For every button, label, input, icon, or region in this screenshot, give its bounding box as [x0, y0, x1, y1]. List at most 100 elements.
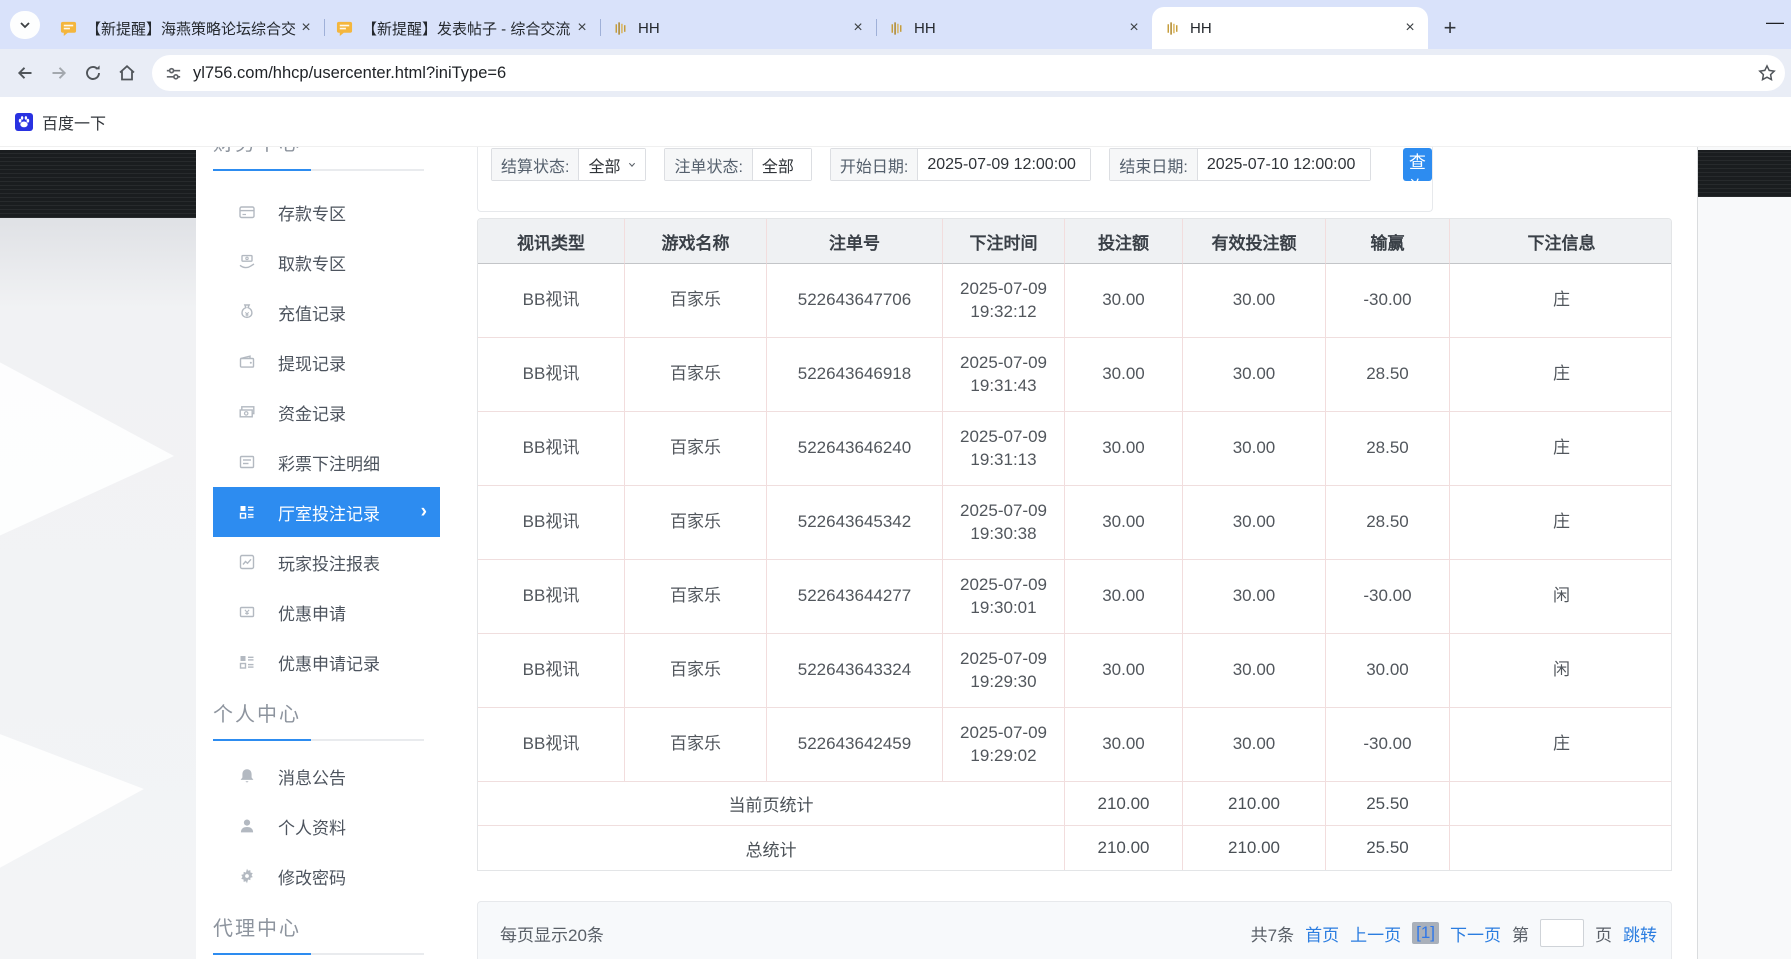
stats-bet-total: 210.00 — [1065, 826, 1183, 870]
sidebar-item-label: 提现记录 — [278, 350, 346, 375]
table-cell: 庄 — [1450, 264, 1672, 338]
tab-forum-1[interactable]: 【新提醒】海燕策略论坛综合交 × — [48, 7, 324, 49]
browser-toolbar: yl756.com/hhcp/usercenter.html?iniType=6 — [0, 49, 1791, 97]
close-icon[interactable]: × — [848, 18, 868, 38]
close-icon[interactable]: × — [572, 18, 592, 38]
table-cell: 28.50 — [1326, 486, 1450, 560]
next-page-link[interactable]: 下一页 — [1450, 921, 1501, 946]
order-status-select[interactable]: 全部 — [753, 149, 811, 180]
sidebar-item-label: 取款专区 — [278, 250, 346, 275]
sidebar-item-label: 优惠申请记录 — [278, 650, 380, 675]
stats-winloss-total: 25.50 — [1326, 826, 1450, 870]
prev-page-link[interactable]: 上一页 — [1350, 921, 1401, 946]
table-cell: 30.00 — [1065, 338, 1183, 412]
first-page-link[interactable]: 首页 — [1305, 921, 1339, 946]
table-cell: BB视讯 — [478, 560, 625, 634]
total-count-text: 共7条 — [1251, 921, 1294, 946]
bookmark-star-icon[interactable] — [1757, 63, 1777, 83]
bookmark-baidu[interactable]: 百度一下 — [15, 110, 106, 134]
table-cell: 30.00 — [1065, 634, 1183, 708]
tab-forum-2[interactable]: 【新提醒】发表帖子 - 综合交流 × — [324, 7, 600, 49]
pagination-controls: 共7条 首页 上一页 [1] 下一页 第 页 跳转 — [1251, 919, 1657, 947]
sidebar-item-label: 彩票下注明细 — [278, 450, 380, 475]
current-page-indicator: [1] — [1412, 922, 1439, 944]
table-row: BB视讯百家乐5226436462402025-07-09 19:31:1330… — [478, 412, 1672, 486]
column-header: 注单号 — [767, 219, 943, 264]
column-header: 下注时间 — [943, 219, 1065, 264]
sidebar-item-deposit-zone[interactable]: 存款专区 — [196, 187, 440, 237]
money-bag-icon — [238, 303, 256, 321]
start-date-input[interactable]: 2025-07-09 12:00:00 — [918, 149, 1090, 180]
table-cell: 2025-07-09 19:30:38 — [943, 486, 1065, 560]
forum-icon — [60, 20, 77, 37]
sidebar-item-label: 修改密码 — [278, 864, 346, 889]
sidebar-item-label: 玩家投注报表 — [278, 550, 380, 575]
stats-empty-cell — [1450, 782, 1672, 826]
table-cell: 30.00 — [1065, 560, 1183, 634]
wallet-icon — [238, 353, 256, 371]
right-background-art — [1697, 147, 1791, 959]
sidebar-item-withdraw-zone[interactable]: 取款专区 — [196, 237, 440, 287]
sidebar-item-promo-apply[interactable]: 优惠申请 — [196, 587, 440, 637]
page-jump-input[interactable] — [1540, 919, 1584, 947]
table-cell: 2025-07-09 19:29:30 — [943, 634, 1065, 708]
jump-button[interactable]: 跳转 — [1623, 921, 1657, 946]
stats-empty-cell — [1450, 826, 1672, 870]
document-lines-icon — [238, 453, 256, 471]
sidebar-item-announcements[interactable]: 消息公告 — [196, 751, 440, 801]
sidebar-item-promo-apply-records[interactable]: 优惠申请记录 — [196, 637, 440, 687]
table-cell: 30.00 — [1326, 634, 1450, 708]
table-cell: 30.00 — [1065, 486, 1183, 560]
table-cell: 522643643324 — [767, 634, 943, 708]
table-cell: BB视讯 — [478, 412, 625, 486]
url-text[interactable]: yl756.com/hhcp/usercenter.html?iniType=6 — [193, 64, 1757, 83]
sidebar-item-withdraw-records[interactable]: 提现记录 — [196, 337, 440, 387]
hh-icon — [888, 20, 905, 37]
tab-hh-active[interactable]: HH × — [1152, 7, 1428, 49]
column-header: 有效投注额 — [1183, 219, 1326, 264]
sidebar-item-fund-records[interactable]: 资金记录 — [196, 387, 440, 437]
start-date-group: 开始日期: 2025-07-09 12:00:00 — [830, 148, 1091, 181]
end-date-input[interactable]: 2025-07-10 12:00:00 — [1198, 149, 1370, 180]
reload-button[interactable] — [76, 56, 110, 90]
sidebar-item-hall-bet-records[interactable]: 厅室投注记录 › — [213, 487, 440, 537]
table-cell: 522643647706 — [767, 264, 943, 338]
sidebar-item-label: 资金记录 — [278, 400, 346, 425]
sidebar-item-lottery-bet-detail[interactable]: 彩票下注明细 — [196, 437, 440, 487]
table-cell: 2025-07-09 19:31:13 — [943, 412, 1065, 486]
back-button[interactable] — [8, 56, 42, 90]
table-row: BB视讯百家乐5226436424592025-07-09 19:29:0230… — [478, 708, 1672, 782]
tab-title: 【新提醒】发表帖子 - 综合交流 — [362, 18, 572, 39]
sidebar-item-recharge-records[interactable]: 充值记录 — [196, 287, 440, 337]
chevron-down-icon — [18, 18, 32, 32]
table-cell: 522643646240 — [767, 412, 943, 486]
total-stats-row: 总统计 210.00 210.00 25.50 — [478, 826, 1672, 870]
sidebar-item-player-bet-report[interactable]: 玩家投注报表 — [196, 537, 440, 587]
new-tab-button[interactable]: + — [1436, 14, 1464, 42]
report-chart-icon — [238, 553, 256, 571]
window-minimize-button[interactable]: — — [1765, 12, 1785, 33]
home-button[interactable] — [110, 56, 144, 90]
grid-list-icon — [238, 503, 256, 521]
table-cell: 28.50 — [1326, 338, 1450, 412]
table-cell: 百家乐 — [625, 486, 767, 560]
forward-button[interactable] — [42, 56, 76, 90]
sidebar-item-change-password[interactable]: 修改密码 — [196, 851, 440, 901]
table-cell: 522643645342 — [767, 486, 943, 560]
dark-banner — [1698, 150, 1791, 197]
table-cell: -30.00 — [1326, 264, 1450, 338]
tab-hh-1[interactable]: HH × — [600, 7, 876, 49]
close-icon[interactable]: × — [1124, 18, 1144, 38]
filter-bar: 结算状态: 全部 注单状态: 全部 开始日期: 2025-07-09 12:00… — [477, 147, 1433, 212]
sidebar-item-profile[interactable]: 个人资料 — [196, 801, 440, 851]
settle-status-select[interactable]: 全部 — [579, 149, 645, 180]
close-icon[interactable]: × — [1400, 18, 1420, 38]
table-cell: 30.00 — [1065, 412, 1183, 486]
address-bar[interactable]: yl756.com/hhcp/usercenter.html?iniType=6 — [152, 55, 1785, 91]
tab-hh-2[interactable]: HH × — [876, 7, 1152, 49]
tab-search-button[interactable] — [10, 11, 40, 39]
table-row: BB视讯百家乐5226436442772025-07-09 19:30:0130… — [478, 560, 1672, 634]
search-button[interactable]: 查询 — [1403, 148, 1432, 181]
close-icon[interactable]: × — [296, 18, 316, 38]
table-cell: 30.00 — [1183, 264, 1326, 338]
